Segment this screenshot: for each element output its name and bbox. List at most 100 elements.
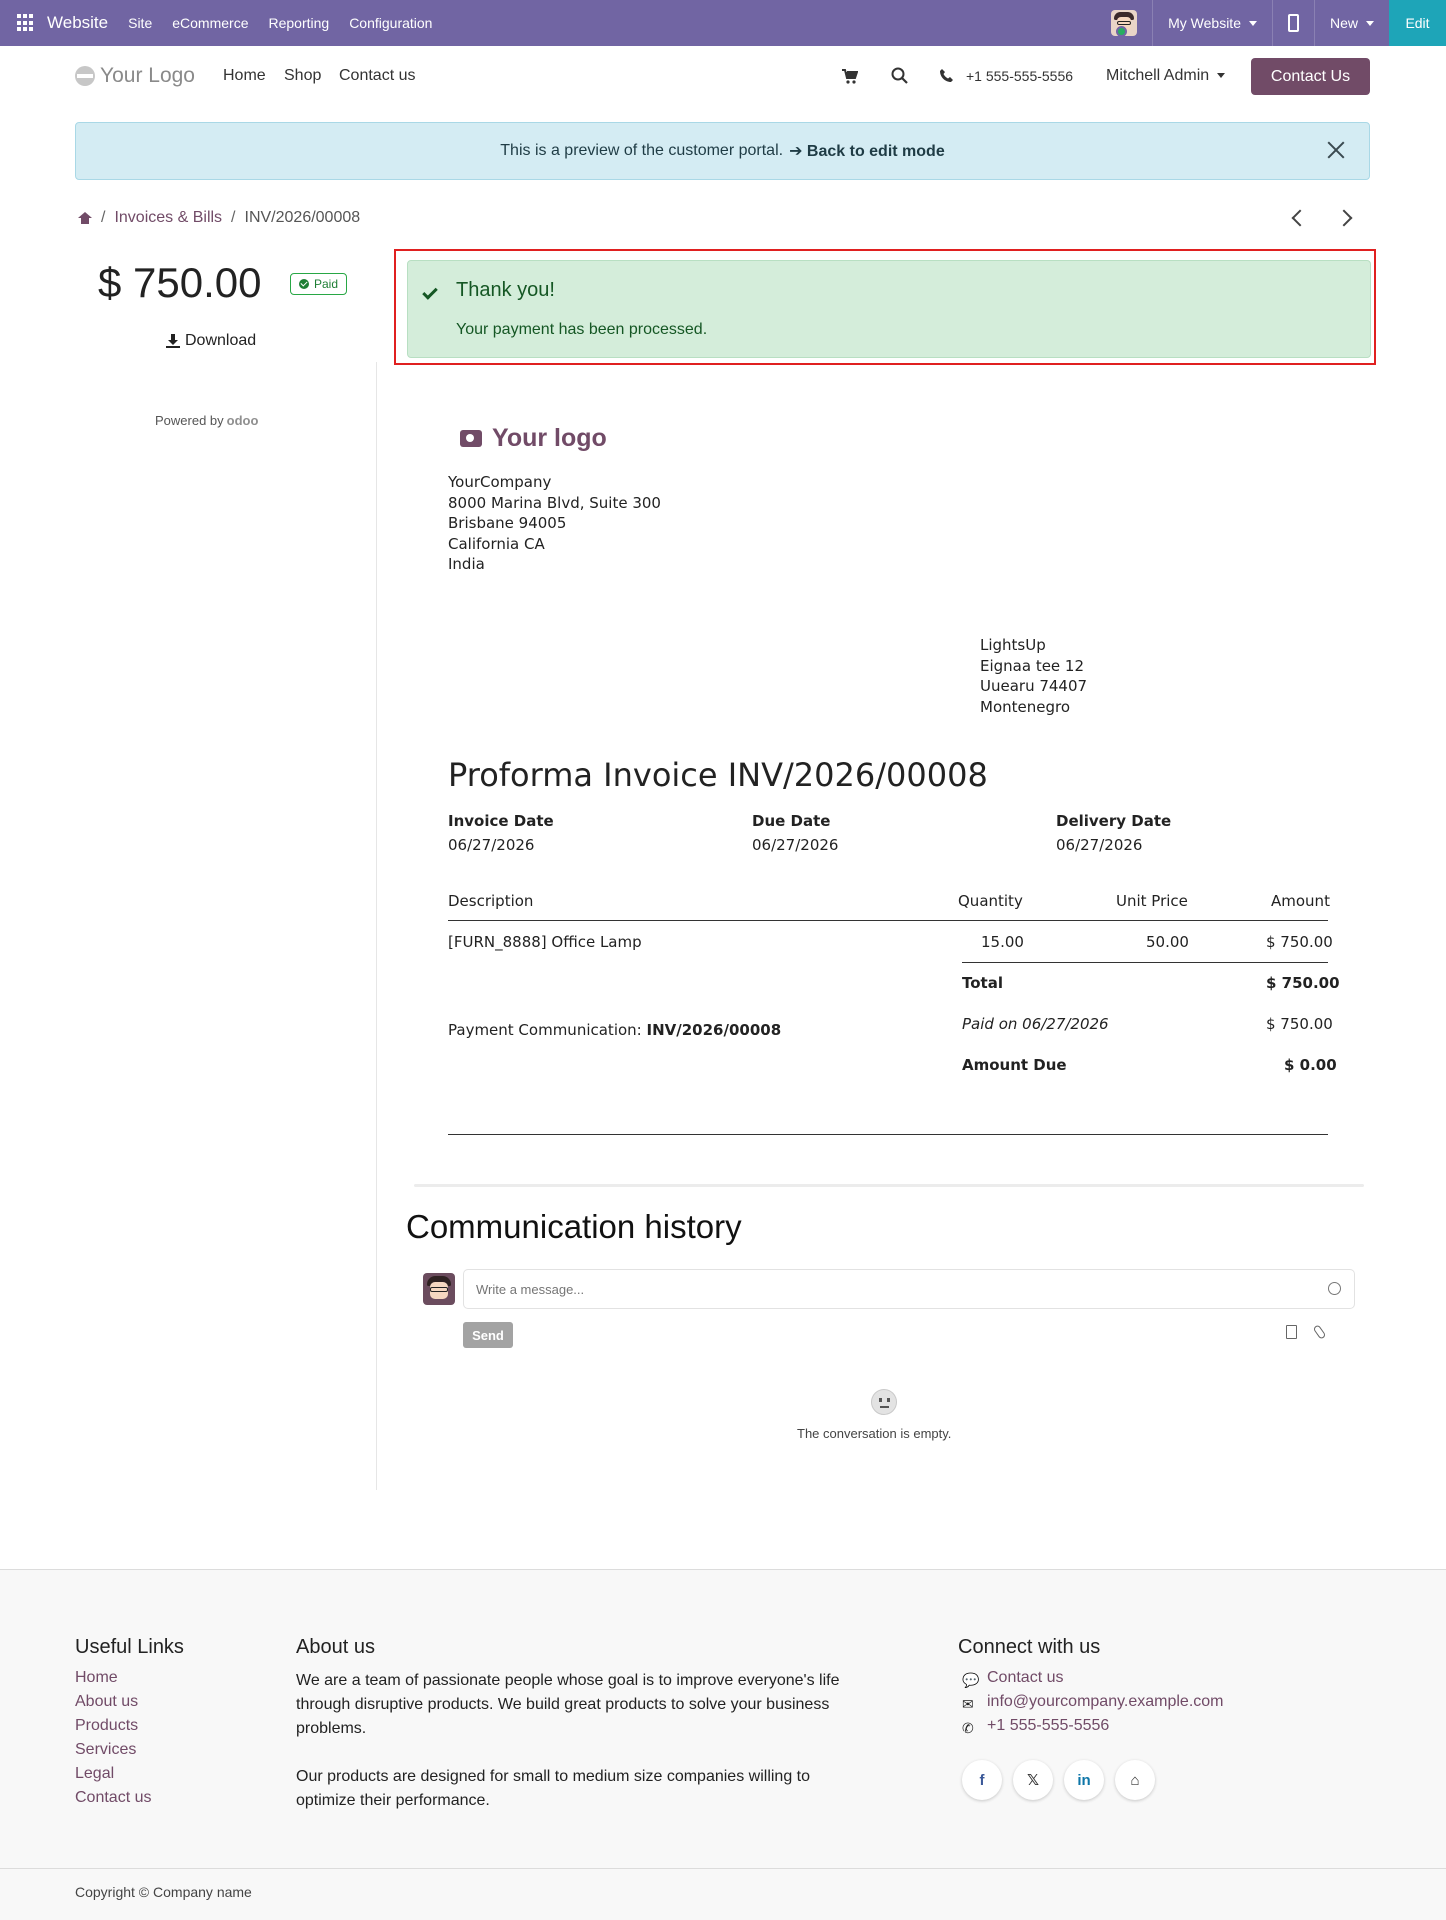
powered-by: Powered by odoo [155, 413, 258, 428]
line-unit-price: 50.00 [1146, 933, 1189, 951]
menu-reporting[interactable]: Reporting [268, 15, 329, 31]
paid-on-label: Paid on 06/27/2026 [962, 1015, 1109, 1033]
contact-us-button[interactable]: Contact Us [1251, 58, 1370, 95]
breadcrumb-invoices[interactable]: Invoices & Bills [114, 209, 222, 227]
new-button-label: New [1329, 15, 1358, 31]
emoji-icon[interactable] [1328, 1282, 1341, 1295]
caret-down-icon [1366, 20, 1374, 26]
invoice-date-label: Invoice Date [448, 812, 554, 830]
linkedin-icon[interactable]: in [1064, 1760, 1104, 1800]
breadcrumb-current: INV/2026/00008 [244, 209, 361, 226]
customer-address-line: Montenegro [980, 697, 1071, 716]
company-address-line: India [448, 555, 485, 573]
chevron-left-icon[interactable] [1291, 209, 1309, 227]
footer-contact-link[interactable]: Contact us [987, 1669, 1063, 1687]
app-brand[interactable]: Website [47, 13, 108, 33]
website-selector-label: My Website [1168, 15, 1241, 31]
online-status-dot [1116, 26, 1127, 37]
message-input[interactable] [463, 1269, 1355, 1309]
status-badge: Paid [290, 273, 348, 295]
company-address-line: YourCompany [448, 473, 552, 491]
logo-icon [75, 66, 95, 86]
edit-button[interactable]: Edit [1389, 0, 1446, 46]
download-label: Download [185, 332, 257, 349]
comment-icon: 💬 [962, 1672, 980, 1688]
home-icon[interactable]: ⌂ [1115, 1760, 1155, 1800]
total-label: Total [962, 974, 1003, 992]
footer-about-title: About us [296, 1636, 375, 1658]
line-quantity: 15.00 [981, 933, 1024, 951]
column-header-unit-price: Unit Price [1116, 892, 1188, 910]
invoice-bottom-rule [448, 1134, 1328, 1135]
nav-contact-us[interactable]: Contact us [339, 67, 415, 85]
phone-icon: ✆ [962, 1720, 974, 1736]
chevron-right-icon[interactable] [1335, 209, 1353, 227]
payment-success-alert: Thank you! Your payment has been process… [407, 260, 1371, 358]
menu-site[interactable]: Site [128, 15, 152, 31]
check-icon [422, 284, 438, 300]
new-button[interactable]: New [1315, 0, 1389, 46]
footer-link-about-us[interactable]: About us [75, 1693, 138, 1711]
due-date-value: 06/27/2026 [752, 836, 839, 854]
section-divider [414, 1184, 1364, 1187]
company-address-line: 8000 Marina Blvd, Suite 300 [448, 493, 661, 512]
preview-alert-text: This is a preview of the customer portal… [500, 142, 784, 159]
footer-link-home[interactable]: Home [75, 1669, 118, 1687]
user-avatar-button[interactable] [1096, 0, 1152, 46]
site-logo[interactable]: Your Logo [75, 64, 195, 88]
footer-connect-title: Connect with us [958, 1636, 1101, 1658]
mobile-preview-button[interactable] [1273, 0, 1314, 46]
footer-link-legal[interactable]: Legal [75, 1765, 114, 1783]
payment-communication: Payment Communication: INV/2026/00008 [448, 1021, 781, 1039]
home-icon[interactable] [78, 212, 92, 224]
nav-shop[interactable]: Shop [284, 67, 321, 85]
footer-divider [0, 1868, 1446, 1869]
line-amount: $ 750.00 [1266, 933, 1333, 951]
breadcrumb-separator: / [231, 209, 236, 226]
apps-grid-icon[interactable] [17, 14, 35, 32]
footer-link-contact-us[interactable]: Contact us [75, 1789, 151, 1807]
payment-success-title: Thank you! [456, 279, 555, 301]
footer-useful-links-title: Useful Links [75, 1636, 184, 1658]
menu-configuration[interactable]: Configuration [349, 15, 432, 31]
contact-us-button-label: Contact Us [1270, 67, 1351, 85]
footer-link-products[interactable]: Products [75, 1717, 138, 1735]
invoice-date-value: 06/27/2026 [448, 836, 535, 854]
download-button[interactable]: Download [166, 332, 256, 350]
footer-email-link[interactable]: info@yourcompany.example.com [987, 1693, 1224, 1711]
x-twitter-icon[interactable]: 𝕏 [1013, 1760, 1053, 1800]
user-menu[interactable]: Mitchell Admin [1106, 67, 1226, 85]
footer-phone-link[interactable]: +1 555-555-5556 [987, 1717, 1109, 1735]
paid-on-value: $ 750.00 [1266, 1015, 1333, 1033]
odoo-logo[interactable]: odoo [227, 413, 259, 428]
status-badge-label: Paid [314, 277, 339, 291]
customer-address-line: Eignaa tee 12 [980, 656, 1085, 675]
invoice-title: Proforma Invoice INV/2026/00008 [448, 756, 988, 794]
back-to-edit-mode-link[interactable]: ➔ Back to edit mode [789, 141, 945, 161]
footer: Useful Links Home About us Products Serv… [0, 1569, 1446, 1920]
portal-preview-alert: This is a preview of the customer portal… [75, 122, 1370, 180]
communication-title: Communication history [406, 1208, 742, 1245]
company-logo: Your logo [460, 424, 607, 453]
header-phone[interactable]: +1 555-555-5556 [966, 68, 1073, 84]
empty-conversation-text: The conversation is empty. [797, 1426, 952, 1441]
footer-about-paragraph: Our products are designed for small to m… [296, 1768, 811, 1809]
download-icon [166, 334, 180, 348]
file-icon[interactable] [1286, 1325, 1297, 1339]
facebook-icon[interactable]: f [962, 1760, 1002, 1800]
close-icon[interactable] [1327, 141, 1345, 159]
cart-icon[interactable] [842, 69, 858, 84]
customer-address-line: Uuearu 74407 [980, 677, 1088, 695]
search-icon[interactable] [891, 67, 908, 84]
caret-down-icon [1248, 20, 1257, 26]
sidebar-divider [376, 362, 377, 1490]
nav-home[interactable]: Home [223, 67, 266, 85]
camera-icon [460, 430, 482, 447]
menu-ecommerce[interactable]: eCommerce [172, 15, 248, 31]
website-selector[interactable]: My Website [1153, 0, 1272, 46]
paperclip-icon[interactable] [1312, 1324, 1327, 1340]
company-address-line: Brisbane 94005 [448, 514, 567, 532]
send-button[interactable]: Send [463, 1322, 513, 1348]
footer-about-paragraph: We are a team of passionate people whose… [296, 1672, 840, 1737]
footer-link-services[interactable]: Services [75, 1741, 136, 1759]
